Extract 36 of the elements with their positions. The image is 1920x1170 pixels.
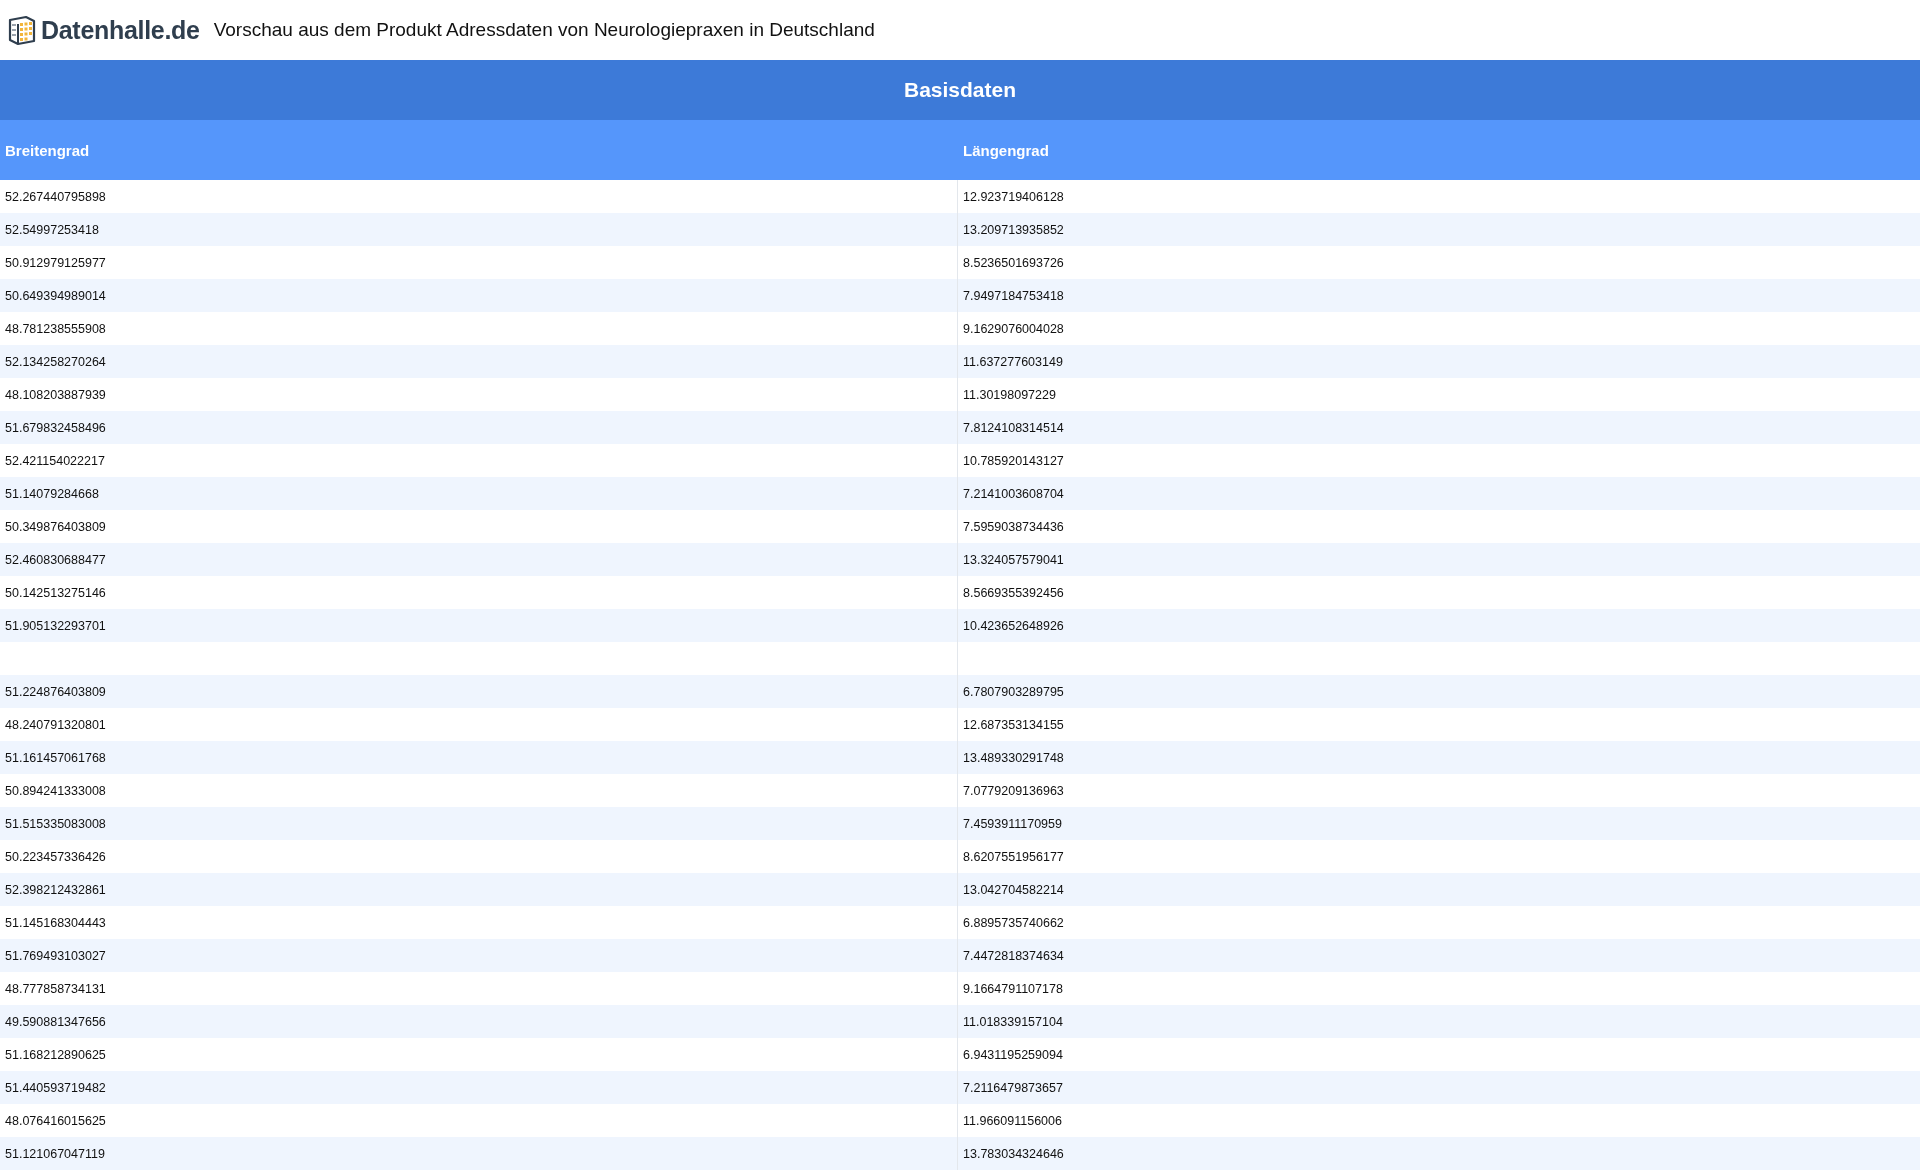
table-cell: 51.905132293701	[0, 609, 958, 642]
table-cell: 13.489330291748	[958, 741, 1920, 774]
table-cell: 6.7807903289795	[958, 675, 1920, 708]
table-cell: 52.460830688477	[0, 543, 958, 576]
table-cell: 51.14079284668	[0, 477, 958, 510]
column-header: Längengrad	[958, 120, 1920, 180]
table-cell: 13.042704582214	[958, 873, 1920, 906]
table-cell: 7.8124108314514	[958, 411, 1920, 444]
page-title: Vorschau aus dem Produkt Adressdaten von Neurologiepraxen in Deutschland	[213, 19, 875, 41]
table-cell: 10.423652648926	[958, 609, 1920, 642]
table-cell: 13.324057579041	[958, 543, 1920, 576]
table-cell: 13.209713935852	[958, 213, 1920, 246]
logo-icon	[6, 14, 38, 46]
logo-text[interactable]: Datenhalle.de	[41, 15, 200, 45]
table-cell: 51.161457061768	[0, 741, 958, 774]
table-caption: Basisdaten	[0, 60, 1920, 120]
table-cell: 51.515335083008	[0, 807, 958, 840]
table-cell: 51.121067047119	[0, 1137, 958, 1170]
table-cell: 51.679832458496	[0, 411, 958, 444]
table-cell: 51.769493103027	[0, 939, 958, 972]
table-cell: 52.54997253418	[0, 213, 958, 246]
table-cell: 11.637277603149	[958, 345, 1920, 378]
table-cell: 52.398212432861	[0, 873, 958, 906]
table-cell: 51.224876403809	[0, 675, 958, 708]
table-cell: 52.134258270264	[0, 345, 958, 378]
table-cell: 11.018339157104	[958, 1005, 1920, 1038]
table-cell: 51.440593719482	[0, 1071, 958, 1104]
table-cell: 13.783034324646	[958, 1137, 1920, 1170]
column-header: Breitengrad	[0, 120, 958, 180]
table-cell: 7.4593911170959	[958, 807, 1920, 840]
table-cell: 49.590881347656	[0, 1005, 958, 1038]
table-cell: 7.4472818374634	[958, 939, 1920, 972]
table-cell: 50.649394989014	[0, 279, 958, 312]
table-cell: 7.2141003608704	[958, 477, 1920, 510]
table-cell: 7.2116479873657	[958, 1071, 1920, 1104]
table-cell: 7.9497184753418	[958, 279, 1920, 312]
